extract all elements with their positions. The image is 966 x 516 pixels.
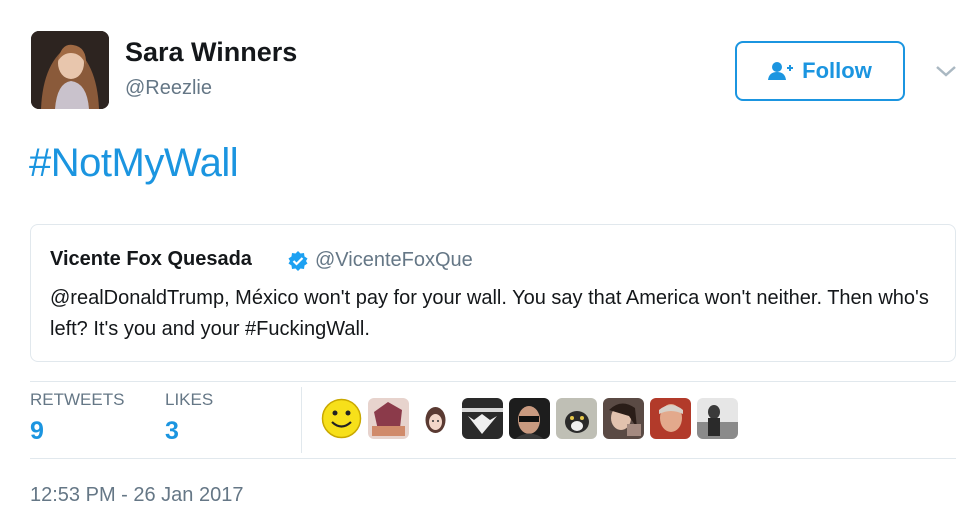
author-name[interactable]: Sara Winners xyxy=(125,37,297,68)
liker-avatar[interactable] xyxy=(697,397,738,439)
retweets-label: RETWEETS xyxy=(30,390,125,409)
quoted-tweet[interactable]: Vicente Fox Quesada @VicenteFoxQue @real… xyxy=(30,224,956,362)
chevron-down-icon[interactable] xyxy=(933,62,959,80)
author-avatar[interactable] xyxy=(31,31,109,109)
author-handle[interactable]: @Reezlie xyxy=(125,77,212,100)
liker-avatar[interactable] xyxy=(556,397,597,439)
liker-avatar[interactable] xyxy=(415,397,456,439)
follow-button[interactable]: Follow xyxy=(735,41,905,101)
add-user-icon xyxy=(768,61,794,81)
likes-label: LIKES xyxy=(165,390,214,409)
tweet-timestamp[interactable]: 12:53 PM - 26 Jan 2017 xyxy=(30,484,243,507)
follow-label: Follow xyxy=(802,58,872,83)
quoted-author-name[interactable]: Vicente Fox Quesada xyxy=(50,248,252,271)
liker-avatar[interactable] xyxy=(462,397,503,439)
likers-list xyxy=(321,397,738,439)
divider xyxy=(30,458,956,459)
divider xyxy=(30,381,956,382)
tweet-hashtag[interactable]: #NotMyWall xyxy=(29,141,239,186)
divider xyxy=(301,387,302,453)
quoted-author-handle[interactable]: @VicenteFoxQue xyxy=(315,249,473,272)
smiley-icon[interactable] xyxy=(321,398,362,439)
quoted-tweet-text: @realDonaldTrump, México won't pay for y… xyxy=(50,287,929,340)
verified-icon xyxy=(287,250,309,272)
liker-avatar[interactable] xyxy=(650,397,691,439)
liker-avatar[interactable] xyxy=(603,397,644,439)
liker-avatar[interactable] xyxy=(368,397,409,439)
liker-avatar[interactable] xyxy=(509,397,550,439)
retweets-count[interactable]: 9 xyxy=(30,417,44,446)
likes-count[interactable]: 3 xyxy=(165,417,179,446)
